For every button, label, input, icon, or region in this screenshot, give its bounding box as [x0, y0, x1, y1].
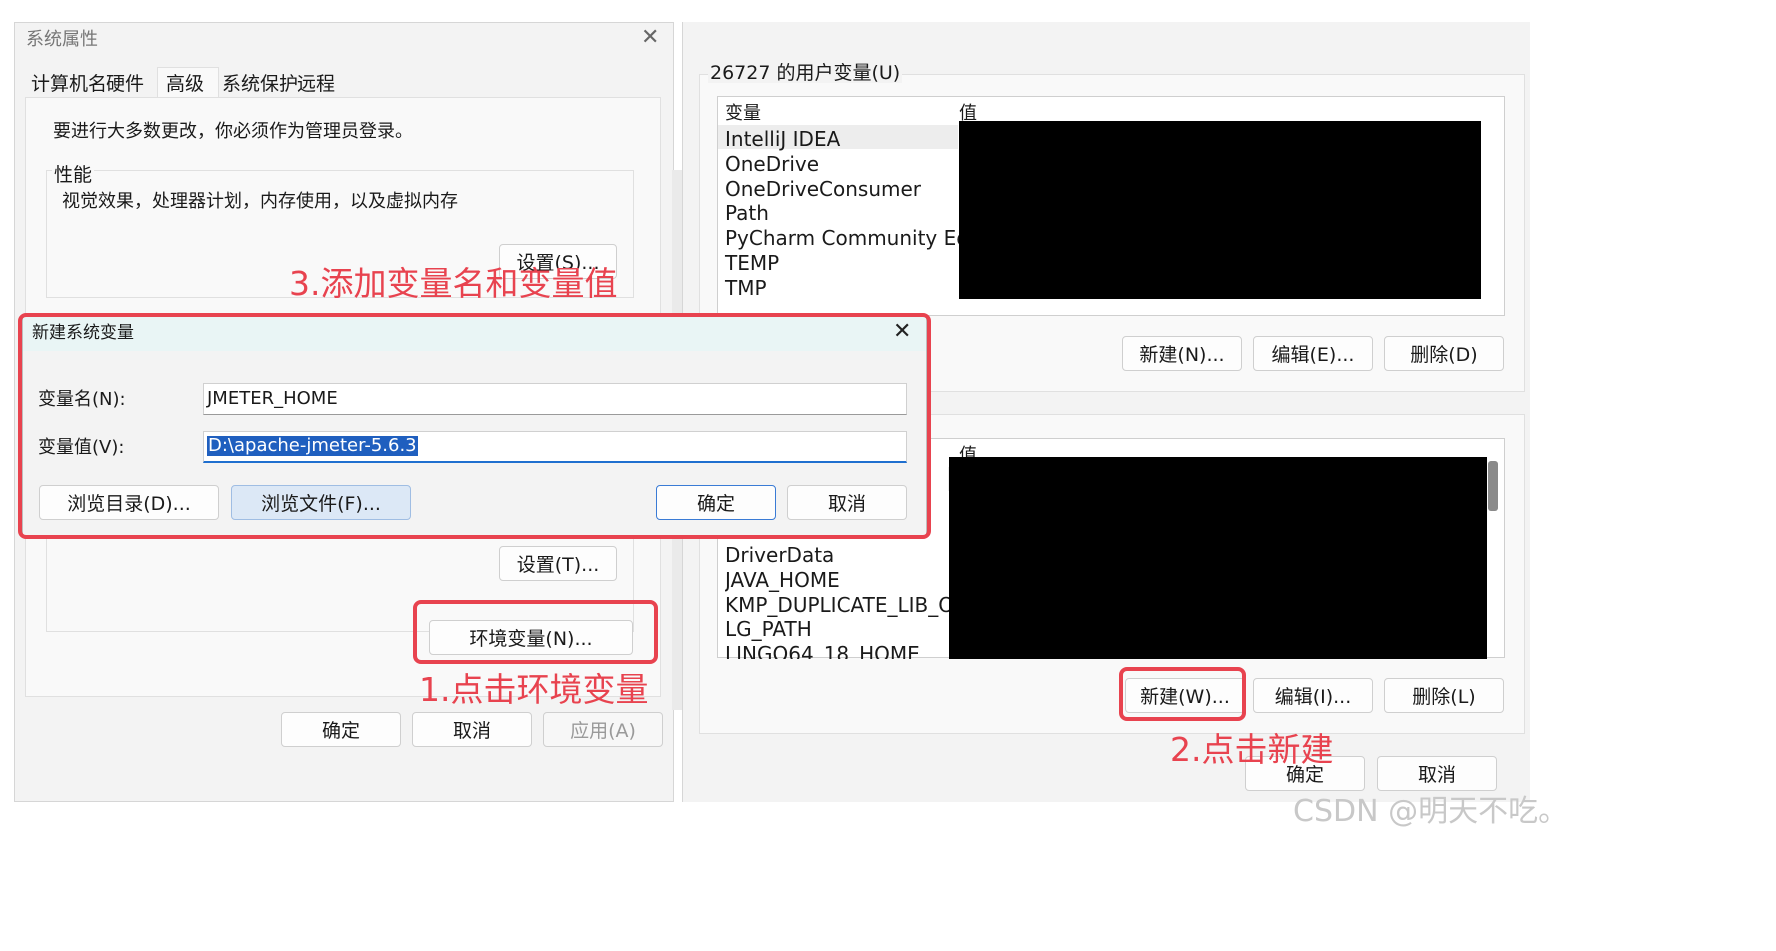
tab-bar: 计算机名 硬件 高级 系统保护 远程 — [25, 67, 665, 99]
tab-computer-name[interactable]: 计算机名 — [31, 75, 107, 94]
system-delete-button[interactable]: 删除(L) — [1384, 678, 1504, 713]
user-vars-list[interactable]: 变量 值 IntelliJ IDEA OneDrive OneDriveConsum… — [717, 96, 1505, 316]
annotation-box-new — [1119, 667, 1246, 721]
list-item[interactable]: TMP — [725, 276, 767, 300]
cancel-button[interactable]: 取消 — [412, 712, 532, 747]
tab-hardware[interactable]: 硬件 — [106, 75, 144, 94]
user-edit-button[interactable]: 编辑(E)... — [1253, 336, 1373, 371]
env-cancel-button[interactable]: 取消 — [1377, 756, 1497, 791]
annotation-box-env-vars — [413, 600, 658, 664]
redacted-values — [949, 457, 1487, 659]
system-edit-button[interactable]: 编辑(I)... — [1253, 678, 1373, 713]
performance-desc: 视觉效果，处理器计划，内存使用，以及虚拟内存 — [62, 191, 458, 212]
user-vars-rows: IntelliJ IDEA OneDrive OneDriveConsumer Pat… — [725, 127, 1013, 317]
list-item[interactable]: JAVA_HOME — [725, 568, 840, 592]
csdn-watermark: CSDN @明天不吃。 — [1293, 794, 1569, 829]
list-item[interactable]: Path — [725, 201, 769, 225]
performance-legend: 性能 — [52, 160, 95, 187]
list-item[interactable]: TEMP — [725, 251, 779, 275]
list-item[interactable]: LINGO64_18_HOME — [725, 642, 920, 659]
apply-button[interactable]: 应用(A) — [543, 712, 663, 747]
list-item[interactable]: DriverData — [725, 543, 834, 567]
annotation-step2: 2.点击新建 — [1170, 730, 1334, 769]
annotation-step1: 1.点击环境变量 — [419, 670, 649, 709]
tab-advanced[interactable]: 高级 — [157, 67, 219, 99]
redacted-values — [959, 121, 1481, 299]
startup-settings-button[interactable]: 设置(T)... — [499, 546, 617, 581]
tab-remote[interactable]: 远程 — [297, 75, 335, 94]
list-item[interactable]: KMP_DUPLICATE_LIB_OK — [725, 593, 950, 617]
list-item[interactable]: LG_PATH — [725, 617, 812, 641]
col-header-variable[interactable]: 变量 — [725, 105, 761, 123]
user-delete-button[interactable]: 删除(D) — [1384, 336, 1504, 371]
window-title: 系统属性 — [26, 29, 98, 50]
list-item[interactable]: OneDrive — [725, 152, 819, 176]
system-vars-rows: DriverData JAVA_HOME KMP_DUPLICATE_LIB_OK L… — [725, 543, 950, 659]
list-item[interactable]: OneDriveConsumer — [725, 177, 921, 201]
list-item[interactable]: IntelliJ IDEA — [725, 127, 840, 151]
close-icon[interactable]: ✕ — [641, 27, 659, 49]
ok-button[interactable]: 确定 — [281, 712, 401, 747]
user-vars-legend: 26727 的用户变量(U) — [708, 62, 903, 84]
user-new-button[interactable]: 新建(N)... — [1122, 336, 1242, 371]
annotation-box-dialog — [18, 313, 931, 539]
scrollbar-thumb[interactable] — [1488, 461, 1498, 511]
admin-note: 要进行大多数更改，你必须作为管理员登录。 — [53, 121, 413, 142]
scrollbar[interactable] — [1488, 461, 1498, 657]
tab-advanced-label: 高级 — [166, 73, 205, 95]
annotation-step3: 3.添加变量名和变量值 — [289, 264, 618, 303]
tab-system-protection[interactable]: 系统保护 — [222, 75, 298, 94]
